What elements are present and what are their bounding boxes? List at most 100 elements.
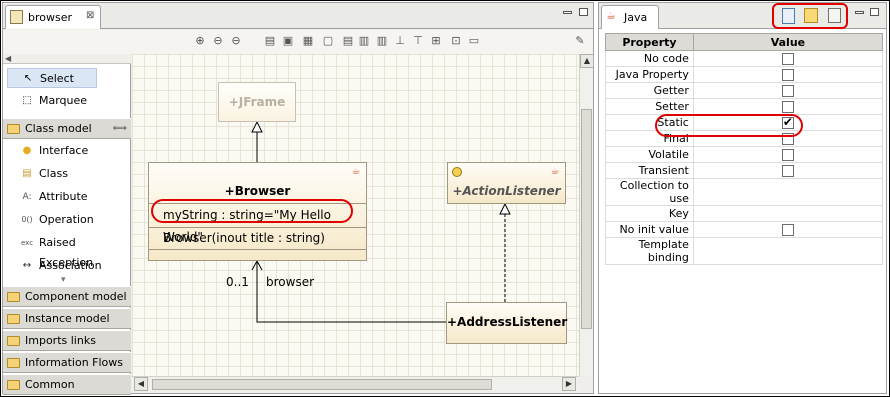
property-row[interactable]: Template binding bbox=[605, 237, 884, 265]
drawer-label: Class model bbox=[25, 122, 92, 135]
uml-doc-icon[interactable] bbox=[782, 8, 795, 24]
property-row[interactable]: No init value bbox=[605, 221, 884, 238]
property-value[interactable] bbox=[692, 237, 884, 265]
toolbar-button-icon[interactable]: ▥ bbox=[357, 34, 371, 48]
export-icon[interactable] bbox=[804, 8, 818, 23]
toolbar-button-icon[interactable]: ⊕ bbox=[193, 34, 207, 48]
toolbar-button-icon[interactable]: ▢ bbox=[321, 34, 335, 48]
properties-table: Property Value No code Java Property Gette… bbox=[605, 33, 884, 265]
minimize-icon[interactable] bbox=[563, 11, 572, 14]
property-checkbox[interactable] bbox=[781, 149, 794, 161]
tab-label: browser bbox=[28, 11, 73, 24]
toolbar-button-icon[interactable]: ▤ bbox=[341, 34, 355, 48]
toolbar-button-icon[interactable]: ⊡ bbox=[449, 34, 463, 48]
horizontal-scroll-thumb[interactable] bbox=[152, 379, 492, 390]
interface-icon bbox=[452, 167, 462, 177]
property-row[interactable]: Volatile bbox=[605, 146, 884, 163]
toolbar-button-icon[interactable]: ▣ bbox=[281, 34, 295, 48]
class-jframe[interactable]: +JFrame bbox=[218, 82, 296, 122]
folder-icon bbox=[7, 336, 20, 346]
tab-java[interactable]: ☕ Java bbox=[601, 5, 659, 29]
property-value[interactable] bbox=[692, 66, 884, 83]
class-name: +Browser bbox=[224, 184, 291, 198]
palette-item-class[interactable]: ▤ Class bbox=[7, 164, 127, 184]
toolbar-button-icon[interactable]: ▥ bbox=[375, 34, 389, 48]
drawer-component-model[interactable]: Component model bbox=[3, 286, 131, 307]
property-row[interactable]: Setter bbox=[605, 98, 884, 115]
class-addresslistener[interactable]: +AddressListener bbox=[446, 302, 567, 344]
collapse-icon[interactable]: ⟺ bbox=[113, 119, 127, 139]
property-checkbox[interactable] bbox=[781, 165, 794, 177]
column-header-value[interactable]: Value bbox=[692, 33, 884, 51]
toolbar-button-icon[interactable]: ⊖ bbox=[211, 34, 225, 48]
property-value[interactable] bbox=[692, 221, 884, 238]
property-checkbox[interactable] bbox=[781, 101, 794, 113]
property-name: Java Property bbox=[605, 66, 694, 83]
tab-browser[interactable]: browser ⊠ bbox=[5, 5, 101, 29]
property-row[interactable]: Key bbox=[605, 205, 884, 222]
scroll-right-icon[interactable]: ▶ bbox=[562, 377, 576, 391]
property-checkbox[interactable] bbox=[781, 53, 794, 65]
toolbar-button-icon[interactable]: ▤ bbox=[263, 34, 277, 48]
vertical-scrollbar[interactable]: ▲ bbox=[579, 54, 594, 376]
drawer-information-flows[interactable]: Information Flows bbox=[3, 352, 131, 373]
property-checkbox[interactable] bbox=[781, 69, 794, 81]
toolbar-button-icon[interactable]: ✎ bbox=[573, 34, 587, 48]
property-value[interactable] bbox=[692, 50, 884, 67]
palette-more-icon[interactable]: ▾ bbox=[61, 275, 66, 285]
diagram-canvas[interactable]: +JFrame ☕ +Browser myString : string="My… bbox=[132, 54, 579, 376]
property-checkbox[interactable] bbox=[781, 224, 794, 236]
property-row[interactable]: Collection to use bbox=[605, 178, 884, 206]
exception-icon: exc bbox=[21, 239, 34, 247]
palette-item-operation[interactable]: 0() Operation bbox=[7, 210, 127, 230]
operation-row[interactable]: Browser(inout title : string) bbox=[149, 227, 366, 249]
palette-select-tool[interactable]: ↖ Select bbox=[7, 68, 97, 88]
toolbar-button-icon[interactable]: ⊞ bbox=[429, 34, 443, 48]
toolbar-button-icon[interactable]: ⊥ bbox=[393, 34, 407, 48]
property-row[interactable]: Getter bbox=[605, 82, 884, 99]
property-row[interactable]: Transient bbox=[605, 162, 884, 179]
property-checkbox[interactable] bbox=[781, 85, 794, 97]
toolbar-button-icon[interactable]: ▦ bbox=[301, 34, 315, 48]
association-line bbox=[256, 261, 446, 323]
vertical-scroll-thumb[interactable] bbox=[581, 109, 592, 329]
palette-scroll-up[interactable]: ◀ bbox=[3, 54, 131, 64]
drawer-common[interactable]: Common bbox=[3, 374, 131, 395]
toolbar-button-icon[interactable]: ⊖ bbox=[229, 34, 243, 48]
scroll-up-icon[interactable]: ▲ bbox=[580, 54, 594, 68]
property-name: Setter bbox=[605, 98, 694, 115]
property-value[interactable] bbox=[692, 205, 884, 222]
drawer-imports-links[interactable]: Imports links bbox=[3, 330, 131, 351]
drawer-instance-model[interactable]: Instance model bbox=[3, 308, 131, 329]
folder-icon bbox=[7, 314, 20, 324]
minimize-icon[interactable] bbox=[855, 11, 864, 14]
property-value[interactable] bbox=[692, 146, 884, 163]
column-header-property[interactable]: Property bbox=[605, 33, 694, 51]
association-role: browser bbox=[266, 275, 315, 289]
palette-marquee-tool[interactable]: ⬚ Marquee bbox=[7, 91, 127, 111]
highlight-attribute bbox=[151, 199, 353, 223]
generalization-arrowhead bbox=[251, 120, 263, 133]
palette-item-association[interactable]: ↔ Association bbox=[7, 256, 127, 276]
edit-icon[interactable] bbox=[828, 8, 841, 23]
scroll-left-icon[interactable]: ◀ bbox=[134, 377, 148, 391]
property-row[interactable]: No code bbox=[605, 50, 884, 67]
palette-item-raised-exception[interactable]: exc Raised Exception bbox=[7, 233, 127, 269]
property-value[interactable] bbox=[692, 98, 884, 115]
close-icon[interactable]: ⊠ bbox=[86, 10, 94, 21]
drawer-class-model[interactable]: Class model ⟺ bbox=[3, 118, 131, 139]
palette-item-attribute[interactable]: A: Attribute bbox=[7, 187, 127, 207]
property-value[interactable] bbox=[692, 162, 884, 179]
interface-actionlistener[interactable]: ☕ +ActionListener bbox=[447, 162, 566, 204]
association-icon: ↔ bbox=[22, 260, 32, 271]
property-row[interactable]: Java Property bbox=[605, 66, 884, 83]
palette-item-interface[interactable]: ● Interface bbox=[7, 141, 127, 161]
toolbar-button-icon[interactable]: ⊤ bbox=[411, 34, 425, 48]
maximize-icon[interactable] bbox=[870, 8, 879, 16]
property-value[interactable] bbox=[692, 82, 884, 99]
drawer-label: Component model bbox=[25, 290, 127, 303]
horizontal-scrollbar[interactable]: ◀ ▶ bbox=[132, 376, 579, 392]
toolbar-button-icon[interactable]: ▭ bbox=[467, 34, 481, 48]
maximize-icon[interactable] bbox=[579, 8, 588, 16]
property-value[interactable] bbox=[692, 178, 884, 206]
